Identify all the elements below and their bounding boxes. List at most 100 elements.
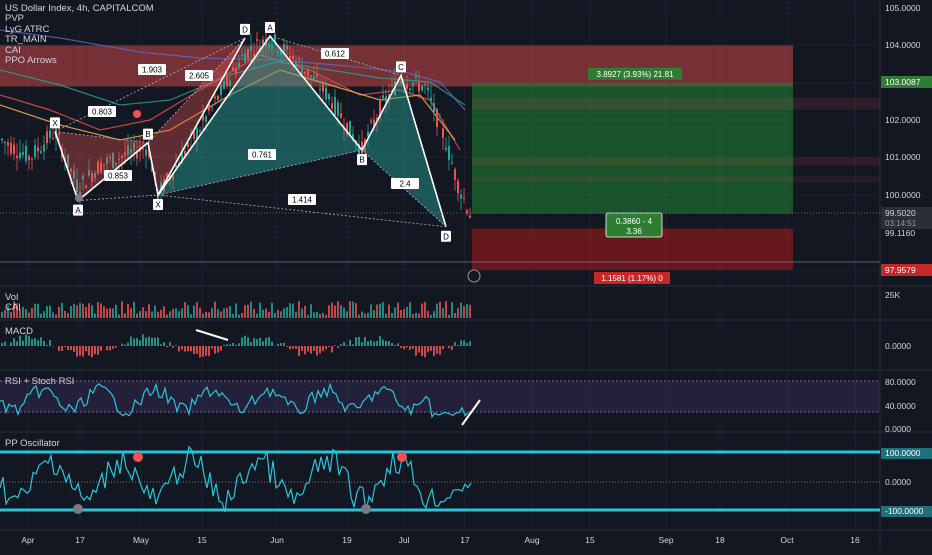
macd-bar xyxy=(436,346,438,354)
macd-bar xyxy=(142,335,144,346)
pp-panel-title[interactable]: PP Oscillator xyxy=(5,438,60,449)
symbol-title[interactable]: US Dollar Index, 4h, CAPITALCOM xyxy=(5,4,154,14)
volume-bar xyxy=(436,304,438,318)
volume-bar xyxy=(34,304,36,318)
cai-panel-subtitle[interactable]: CAI xyxy=(5,302,21,313)
macd-bar xyxy=(454,342,456,346)
candle-body xyxy=(286,45,288,49)
candle-body xyxy=(406,84,408,88)
macd-bar xyxy=(106,346,108,350)
macd-bar xyxy=(73,346,75,352)
volume-bar xyxy=(136,314,138,318)
volume-bar xyxy=(454,313,456,318)
macd-bar xyxy=(217,346,219,353)
candle-body xyxy=(247,49,249,59)
time-tick: 15 xyxy=(197,535,207,545)
volume-bar xyxy=(340,305,342,318)
candle-body xyxy=(241,55,243,56)
macd-bar xyxy=(418,346,420,352)
candle-body xyxy=(1,139,3,140)
volume-bar xyxy=(364,314,366,318)
macd-bar xyxy=(247,337,249,346)
volume-bar xyxy=(247,305,249,318)
price-chart[interactable]: XABXDABCD1.9030.8032.6050.8530.6120.7611… xyxy=(0,0,932,550)
volume-bar xyxy=(235,303,237,318)
volume-bar xyxy=(379,304,381,318)
volume-bar xyxy=(130,308,132,318)
volume-bar xyxy=(202,314,204,318)
macd-bar xyxy=(202,346,204,357)
volume-bar xyxy=(457,308,459,318)
candle-body xyxy=(28,156,30,160)
macd-bar xyxy=(16,341,18,346)
macd-bar xyxy=(265,338,267,346)
volume-bar xyxy=(208,312,210,318)
macd-bar xyxy=(271,342,273,346)
macd-bar xyxy=(349,340,351,346)
volume-bar xyxy=(232,314,234,318)
macd-bar xyxy=(325,346,327,349)
candle-body xyxy=(445,148,447,150)
volume-bar xyxy=(406,307,408,318)
indicator-ppo-arrows[interactable]: PPO Arrows xyxy=(5,56,154,66)
macd-bar xyxy=(397,344,399,346)
chart-stage[interactable]: XABXDABCD1.9030.8032.6050.8530.6120.7611… xyxy=(0,0,932,550)
macd-bar xyxy=(289,346,291,349)
candle-body xyxy=(313,76,315,81)
indicator-tr-main[interactable]: TR_MAIN xyxy=(5,35,154,45)
volume-bar xyxy=(427,311,429,318)
pattern-point-label-b: B xyxy=(359,156,364,165)
candle-body xyxy=(211,106,213,107)
signal-dot-red xyxy=(133,110,141,118)
volume-bar xyxy=(40,314,42,318)
pp-signal-dot-red xyxy=(397,452,407,462)
macd-bar xyxy=(370,340,372,346)
candle-body xyxy=(256,39,258,41)
macd-bar xyxy=(424,346,426,357)
candle-body xyxy=(13,144,15,154)
current-price-value: 99.5020 xyxy=(885,208,916,218)
stop-price-label: 97.9579 xyxy=(885,265,916,275)
volume-bar xyxy=(382,302,384,318)
candle-body xyxy=(238,62,240,67)
rsi-panel-title[interactable]: RSI + Stoch RSI xyxy=(5,376,74,387)
macd-bar xyxy=(19,336,21,346)
volume-bar xyxy=(448,315,450,318)
volume-bar xyxy=(175,308,177,318)
time-tick: Jun xyxy=(270,535,284,545)
candle-body xyxy=(304,72,306,74)
pattern-point-label-a: A xyxy=(267,24,273,33)
pattern-point-label-d: D xyxy=(443,232,449,241)
candle-body xyxy=(328,94,330,99)
volume-bar xyxy=(205,312,207,318)
bar-countdown: 03:14:51 xyxy=(885,219,917,228)
macd-bar xyxy=(64,346,66,347)
macd-bar xyxy=(100,346,102,351)
macd-bar xyxy=(145,338,147,346)
macd-bar xyxy=(241,338,243,346)
volume-bar xyxy=(100,303,102,318)
macd-bar xyxy=(244,336,246,346)
volume-bar xyxy=(412,314,414,318)
macd-bar xyxy=(136,338,138,346)
risk-reward-line2: 3.36 xyxy=(626,227,642,236)
price-tick: 99.1160 xyxy=(885,228,915,238)
macd-bar xyxy=(307,346,309,351)
volume-bar xyxy=(337,301,339,318)
macd-bar xyxy=(115,346,117,348)
volume-bar xyxy=(328,305,330,318)
candle-body xyxy=(457,181,459,193)
ratio-label: 0.761 xyxy=(252,151,273,160)
macd-bar xyxy=(238,343,240,346)
volume-bar xyxy=(469,305,471,318)
candle-body xyxy=(340,113,342,117)
candle-body xyxy=(310,76,312,78)
volume-bar xyxy=(403,309,405,318)
macd-bar xyxy=(85,346,87,351)
volume-bar xyxy=(370,304,372,318)
price-tick: 104.0000 xyxy=(885,40,921,50)
volume-bar xyxy=(109,308,111,318)
macd-panel-title[interactable]: MACD xyxy=(5,326,33,337)
volume-bar xyxy=(91,305,93,318)
price-tick: 102.0000 xyxy=(885,115,921,125)
